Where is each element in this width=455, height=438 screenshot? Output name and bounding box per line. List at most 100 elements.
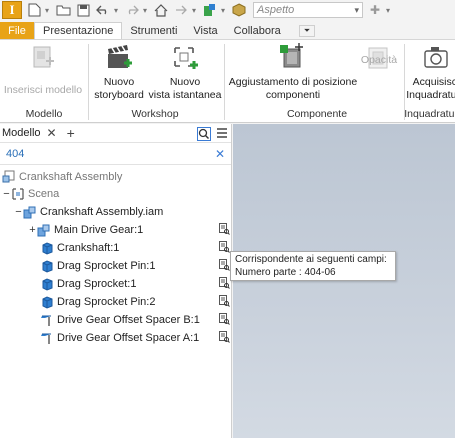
tooltip-line-2: Numero parte : 404-06 <box>235 267 336 278</box>
filter-value: 404 <box>6 147 25 160</box>
opacity-button[interactable]: Opacità <box>360 43 398 69</box>
tree-item-spacer-a[interactable]: Drive Gear Offset Spacer A:1 <box>40 329 199 346</box>
clear-filter-icon[interactable]: ✕ <box>215 147 225 161</box>
group-label-workshop: Workshop <box>131 108 179 120</box>
chevron-down-icon: ▾ <box>354 4 359 15</box>
opacity-label: Opacità <box>360 54 398 66</box>
tree-item-label: Crankshaft:1 <box>57 241 120 254</box>
return-icon[interactable] <box>173 2 189 18</box>
group-label-capture: Inquadratura <box>404 108 455 120</box>
tree-item-drag-sprocket-1[interactable]: Drag Sprocket:1 <box>40 275 136 292</box>
chevron-down-icon[interactable]: ▾ <box>190 2 198 18</box>
group-label-model: Modello <box>25 108 63 120</box>
tree-item-assembly[interactable]: − Crankshaft Assembly.iam <box>14 203 163 220</box>
tree-item-label: Drag Sprocket Pin:2 <box>57 295 156 308</box>
document-search-icon[interactable] <box>219 331 230 343</box>
application-menu-button[interactable]: I <box>2 1 22 19</box>
appearance-select[interactable]: Aspetto ▾ <box>253 2 363 18</box>
search-button[interactable] <box>197 127 211 141</box>
document-search-icon[interactable] <box>219 241 230 253</box>
tree-item-label: Drag Sprocket Pin:1 <box>57 259 156 272</box>
document-search-icon[interactable] <box>219 223 230 235</box>
capture-label-1: Acquisisci <box>412 76 455 88</box>
chevron-down-icon[interactable]: ▾ <box>219 2 227 18</box>
browser-tab-model[interactable]: Modello <box>2 127 41 139</box>
camera-icon <box>424 47 448 68</box>
material-icon[interactable] <box>231 2 247 18</box>
scene-icon <box>12 187 24 200</box>
model-browser-panel: Modello ✕ + 404 ✕ Crankshaft Assembly − … <box>0 124 232 438</box>
chevron-down-icon[interactable]: ▾ <box>141 2 149 18</box>
redo-icon[interactable] <box>124 2 140 18</box>
document-search-icon[interactable] <box>219 277 230 289</box>
group-separator <box>224 44 225 120</box>
expand-icon[interactable]: + <box>28 224 37 236</box>
tab-file[interactable]: File <box>0 22 34 39</box>
assembly-doc-icon <box>2 170 15 182</box>
insert-model-button[interactable]: Inserisci modello <box>3 43 83 97</box>
new-file-icon[interactable] <box>26 2 42 18</box>
browser-header: Modello ✕ + <box>0 124 231 143</box>
capture-camera-button[interactable]: Acquisisci Inquadratura <box>406 43 455 102</box>
tree-item-drag-sprocket-pin-2[interactable]: Drag Sprocket Pin:2 <box>40 293 155 310</box>
tree-item-label: Scena <box>28 187 60 200</box>
part-icon <box>42 241 53 255</box>
search-icon <box>198 128 209 139</box>
chevron-down-icon[interactable]: ▾ <box>43 2 51 18</box>
document-search-icon[interactable] <box>219 313 230 325</box>
appearance-value: Aspetto <box>257 4 295 16</box>
content-center-part-icon <box>41 333 51 344</box>
graphics-viewport[interactable] <box>233 124 455 438</box>
document-search-icon[interactable] <box>219 259 230 271</box>
collapse-icon[interactable]: − <box>2 188 11 200</box>
tree-item-scene[interactable]: − Scena <box>2 185 59 202</box>
tree-item-crankshaft[interactable]: Crankshaft:1 <box>40 239 119 256</box>
update-icon[interactable] <box>202 2 218 18</box>
storyboard-clapper-icon <box>108 45 132 68</box>
subassembly-icon <box>37 224 50 236</box>
tree-item-label: Crankshaft Assembly <box>19 170 123 183</box>
tree-item-label: Drive Gear Offset Spacer A:1 <box>57 331 200 344</box>
open-folder-icon[interactable] <box>55 2 71 18</box>
insert-model-icon <box>33 46 54 68</box>
tooltip-line-1: Corrispondente ai seguenti campi: <box>235 254 387 265</box>
tab-strumenti[interactable]: Strumenti <box>122 22 185 39</box>
part-icon <box>42 277 53 291</box>
ribbon-options-dropdown[interactable]: ⏷ <box>298 25 316 37</box>
group-label-component: Componente <box>286 108 348 120</box>
tree-item-main-drive-gear[interactable]: + Main Drive Gear:1 <box>28 221 143 238</box>
save-icon[interactable] <box>75 2 91 18</box>
tweak-components-icon <box>280 43 303 68</box>
tree-item-label: Main Drive Gear:1 <box>54 223 144 236</box>
ribbon-tabs: File Presentazione Strumenti Vista Colla… <box>0 22 455 39</box>
home-icon[interactable] <box>153 2 169 18</box>
ribbon-panel: Inserisci modello Nuovo storyboard Nuovo… <box>0 39 455 123</box>
new-storyboard-button[interactable]: Nuovo storyboard <box>89 43 149 102</box>
add-tab-icon[interactable]: + <box>67 125 75 141</box>
tweak-components-label-1: Aggiustamento di posizione <box>228 76 358 88</box>
plus-icon[interactable]: ✚ <box>367 2 383 18</box>
quick-access-toolbar: I ▾ ▾ ▾ ▾ ▾ Aspetto ▾ ✚ ▾ <box>0 0 455 20</box>
browser-menu-icon[interactable] <box>216 127 228 139</box>
new-snapshot-button[interactable]: Nuovo vista istantanea <box>146 43 224 102</box>
new-snapshot-label-1: Nuovo <box>169 76 201 88</box>
new-storyboard-label-2: storyboard <box>94 89 144 101</box>
undo-icon[interactable] <box>95 2 111 18</box>
browser-filter-field[interactable]: 404 ✕ <box>0 143 231 165</box>
chevron-down-icon: ⏷ <box>303 26 311 35</box>
document-search-icon[interactable] <box>219 295 230 307</box>
tab-vista[interactable]: Vista <box>185 22 225 39</box>
part-icon <box>42 295 53 309</box>
tab-presentazione[interactable]: Presentazione <box>34 22 123 39</box>
tab-collabora[interactable]: Collabora <box>226 22 289 39</box>
collapse-icon[interactable]: − <box>14 206 23 218</box>
tree-item-drag-sprocket-pin-1[interactable]: Drag Sprocket Pin:1 <box>40 257 155 274</box>
customize-dropdown-icon[interactable]: ▾ <box>384 2 392 18</box>
chevron-down-icon[interactable]: ▾ <box>112 2 120 18</box>
tree-item-root[interactable]: Crankshaft Assembly <box>2 168 122 185</box>
close-icon[interactable]: ✕ <box>47 126 57 140</box>
new-snapshot-label-2: vista istantanea <box>148 89 222 101</box>
tree-item-label: Crankshaft Assembly.iam <box>40 205 164 218</box>
tree-item-spacer-b[interactable]: Drive Gear Offset Spacer B:1 <box>40 311 200 328</box>
tweak-components-button[interactable]: Aggiustamento di posizione componenti <box>226 43 360 102</box>
